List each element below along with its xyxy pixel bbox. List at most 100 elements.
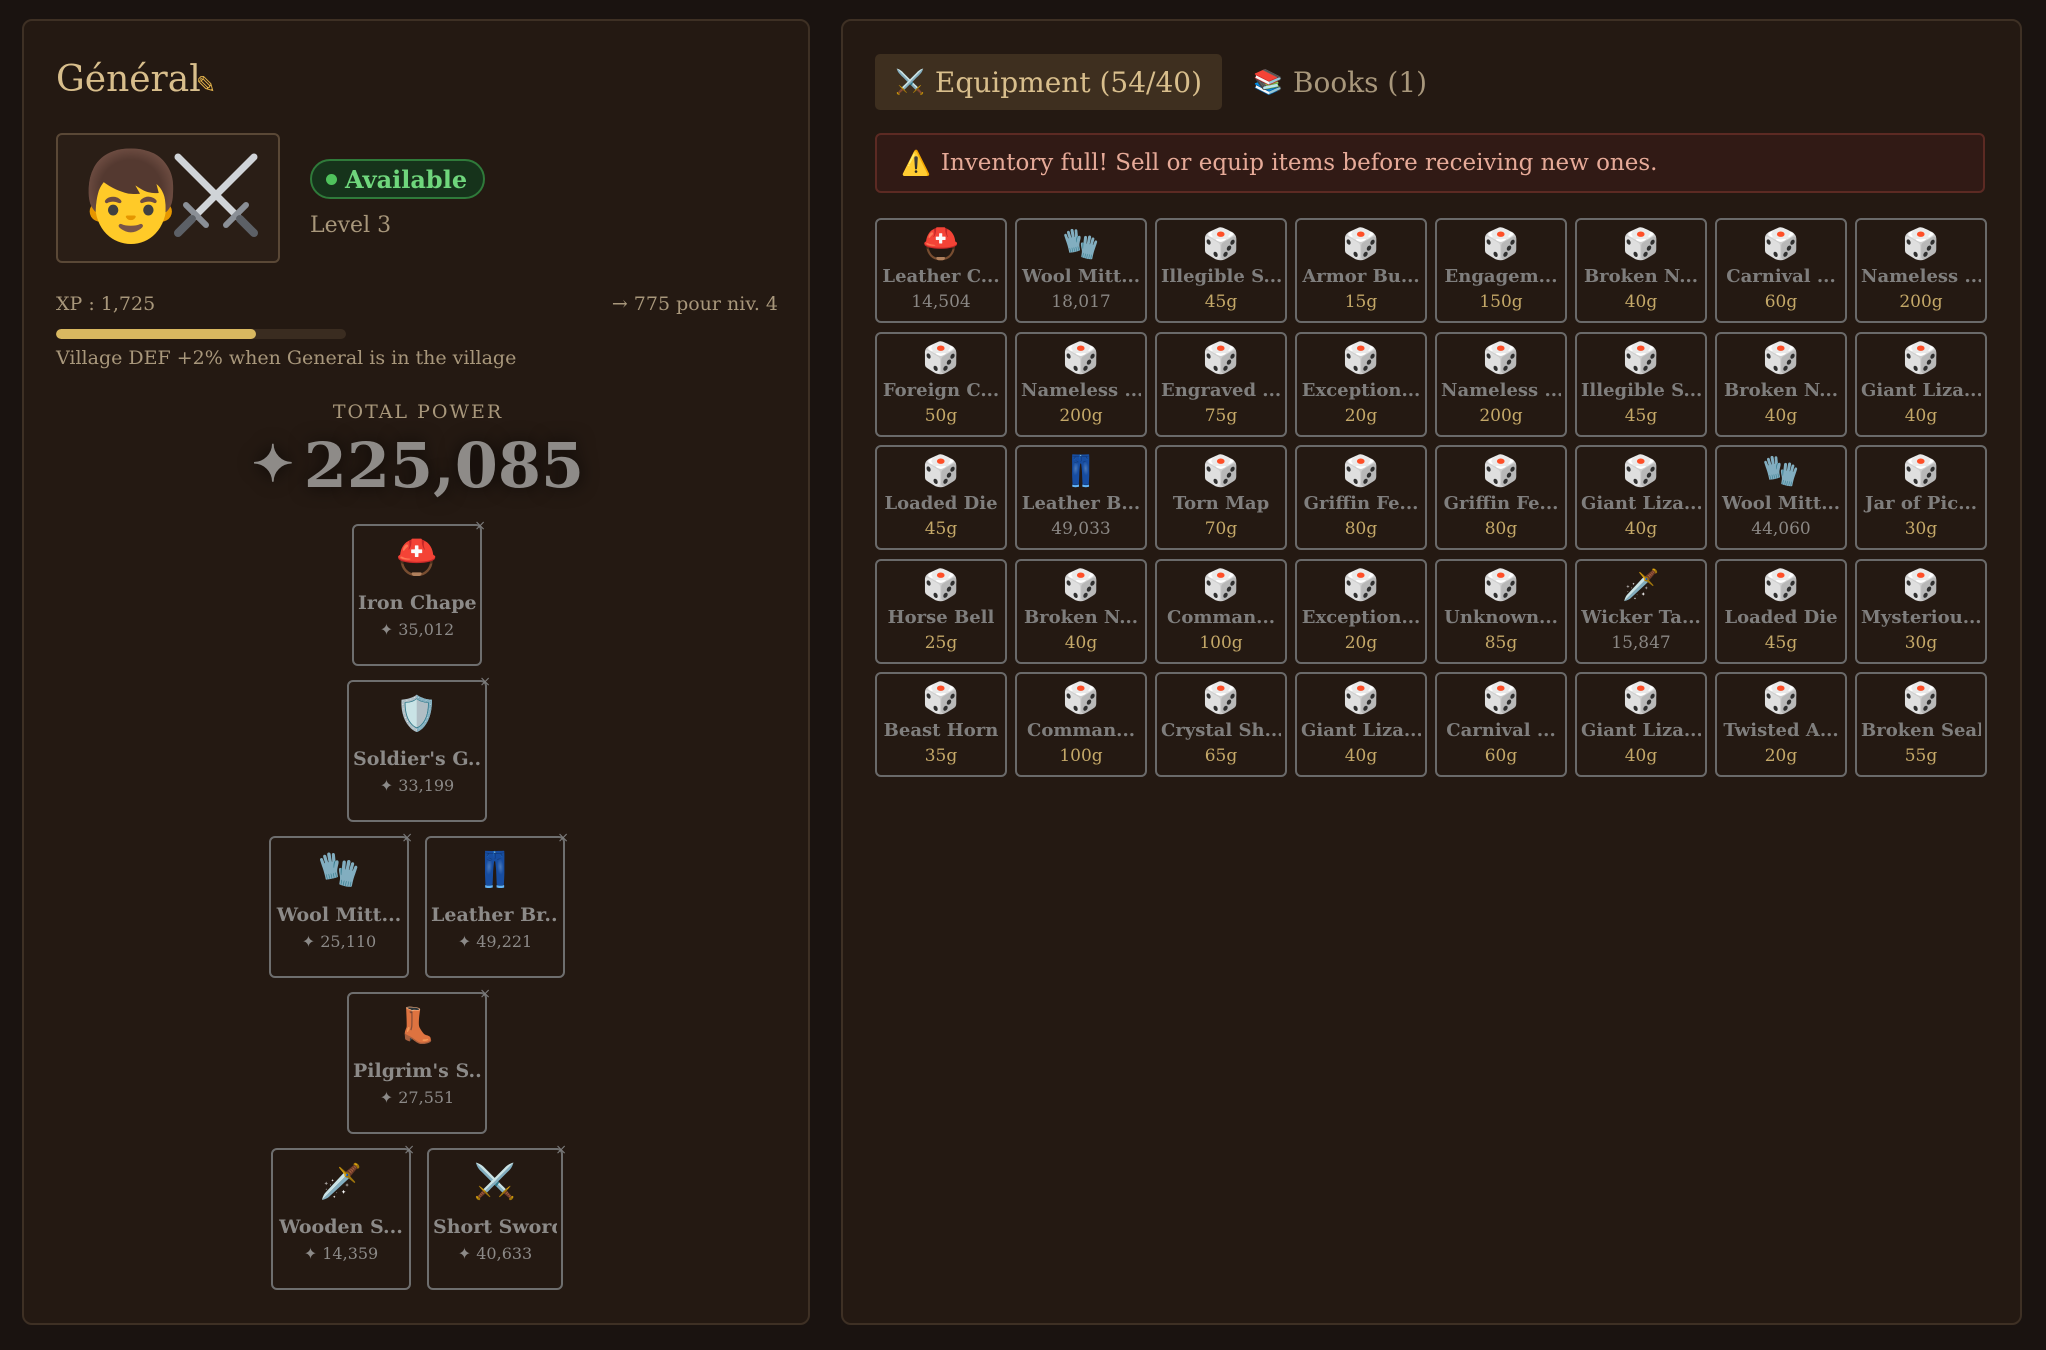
slot-item-name: Wooden S...: [279, 1216, 403, 1238]
unequip-icon[interactable]: ×: [555, 1142, 567, 1158]
helmet-icon: ⛑️: [922, 227, 960, 262]
inventory-item[interactable]: 👖 Leather B... 49,033: [1015, 445, 1147, 550]
inventory-item-name: Giant Liza...: [1301, 720, 1421, 741]
inventory-item-name: Broken N...: [1023, 606, 1139, 628]
inventory-item[interactable]: 🎲 Torn Map 70g: [1155, 445, 1287, 550]
inventory-item[interactable]: 🎲 Engraved ... 75g: [1155, 331, 1287, 437]
inventory-item[interactable]: 🧤 Wool Mitt... 18,017: [1015, 218, 1147, 323]
unequip-icon[interactable]: ×: [557, 830, 569, 846]
slot-weapon-2[interactable]: ⚔️ Short Sword ✦ 40,633 ×: [427, 1142, 567, 1290]
inventory-item-value: 40g: [1624, 519, 1658, 539]
status-dot-icon: [326, 173, 337, 185]
edit-name-icon[interactable]: ✎: [196, 71, 216, 99]
unequip-icon[interactable]: ×: [479, 674, 491, 690]
inventory-item[interactable]: 🎲 Illegible S... 45g: [1575, 331, 1707, 437]
tab-equipment[interactable]: ⚔️ Equipment (54/40): [875, 54, 1223, 110]
inventory-item[interactable]: 🎲 Mysteriou... 30g: [1855, 558, 1987, 664]
inventory-item[interactable]: 🎲 Giant Liza... 40g: [1575, 445, 1707, 550]
slot-head[interactable]: ⛑️ Iron Chapel ✦ 35,012 ×: [352, 518, 486, 666]
inventory-item[interactable]: 🎲 Foreign C... 50g: [875, 331, 1007, 437]
inventory-item[interactable]: 🎲 Loaded Die 45g: [875, 445, 1007, 550]
inventory-item[interactable]: 🎲 Carnival ... 60g: [1715, 218, 1847, 323]
inventory-item[interactable]: 🎲 Exception... 20g: [1295, 558, 1427, 664]
inventory-item[interactable]: 🎲 Giant Liza... 40g: [1855, 331, 1987, 437]
die-icon: 🎲: [1202, 227, 1240, 262]
inventory-item-value: 49,033: [1051, 519, 1111, 539]
inventory-item[interactable]: 🎲 Unknown... 85g: [1435, 558, 1567, 664]
inventory-item-value: 60g: [1484, 746, 1518, 766]
die-icon: 🎲: [1902, 340, 1940, 376]
inventory-item-value: 200g: [1059, 405, 1103, 426]
inventory-item[interactable]: 🎲 Griffin Fe... 80g: [1295, 445, 1427, 550]
inventory-item-value: 40g: [1764, 405, 1798, 426]
inventory-item-value: 40g: [1624, 746, 1658, 766]
inventory-item-value: 40g: [1064, 632, 1098, 653]
slot-item-name: Leather Br...: [431, 904, 559, 926]
inventory-item[interactable]: 🧤 Wool Mitt... 44,060: [1715, 445, 1847, 550]
inventory-item-name: Exception...: [1301, 379, 1421, 401]
die-icon: 🎲: [1202, 567, 1240, 603]
village-bonus-text: Village DEF +2% when General is in the v…: [56, 347, 517, 369]
die-icon: 🎲: [922, 340, 960, 376]
inventory-item[interactable]: 🎲 Beast Horn 35g: [875, 672, 1007, 777]
die-icon: 🎲: [1342, 340, 1380, 376]
unequip-icon[interactable]: ×: [401, 830, 413, 846]
inventory-item-name: Nameless ...: [1861, 266, 1981, 287]
inventory-item[interactable]: 🎲 Horse Bell 25g: [875, 558, 1007, 664]
boot-icon: 👢: [395, 1006, 439, 1046]
unequip-icon[interactable]: ×: [474, 518, 486, 534]
inventory-item-name: Twisted A...: [1723, 720, 1839, 741]
inventory-item-name: Crystal Sh...: [1161, 720, 1281, 741]
inventory-item-name: Carnival ...: [1446, 720, 1556, 741]
inventory-item[interactable]: 🗡️ Wicker Ta... 15,847: [1575, 558, 1707, 664]
jeans-icon: 👖: [1062, 454, 1100, 489]
inventory-item[interactable]: 🎲 Broken N... 40g: [1715, 331, 1847, 437]
inventory-item[interactable]: 🎲 Engagem... 150g: [1435, 218, 1567, 323]
inventory-item[interactable]: 🎲 Crystal Sh... 65g: [1155, 672, 1287, 777]
inventory-item[interactable]: 🎲 Carnival ... 60g: [1435, 672, 1567, 777]
tab-books[interactable]: 📚 Books (1): [1233, 54, 1447, 110]
inventory-item[interactable]: 🎲 Exception... 20g: [1295, 331, 1427, 437]
inventory-item[interactable]: 🎲 Loaded Die 45g: [1715, 558, 1847, 664]
slot-item-power: ✦ 49,221: [457, 932, 533, 951]
inventory-item[interactable]: 🎲 Jar of Pic... 30g: [1855, 445, 1987, 550]
inventory-item-value: 40g: [1624, 292, 1658, 312]
unequip-icon[interactable]: ×: [403, 1142, 415, 1158]
inventory-item[interactable]: 🎲 Broken N... 40g: [1575, 218, 1707, 323]
slot-hands[interactable]: 🧤 Wool Mitt... ✦ 25,110 ×: [269, 830, 413, 978]
inventory-item-name: Broken Seal: [1861, 720, 1981, 741]
inventory-item[interactable]: 🎲 Broken N... 40g: [1015, 558, 1147, 664]
inventory-item-value: 45g: [1624, 405, 1658, 426]
inventory-item[interactable]: 🎲 Broken Seal 55g: [1855, 672, 1987, 777]
inventory-item[interactable]: 🎲 Griffin Fe... 80g: [1435, 445, 1567, 550]
slot-item-power: ✦ 35,012: [379, 620, 455, 639]
tab-equipment-label: Equipment (54/40): [934, 65, 1203, 99]
slot-item-name: Pilgrim's S...: [353, 1060, 481, 1082]
crossed-swords-icon: ⚔️: [473, 1162, 517, 1202]
inventory-item[interactable]: 🎲 Comman... 100g: [1015, 672, 1147, 777]
inventory-item[interactable]: 🎲 Giant Liza... 40g: [1295, 672, 1427, 777]
slot-item-power: ✦ 25,110: [301, 932, 377, 951]
slot-weapon-1[interactable]: 🗡️ Wooden S... ✦ 14,359 ×: [271, 1142, 415, 1290]
hero-level: Level 3: [310, 213, 392, 238]
inventory-item[interactable]: ⛑️ Leather C... 14,504: [875, 218, 1007, 323]
unequip-icon[interactable]: ×: [479, 986, 491, 1002]
total-power-label: TOTAL POWER: [332, 401, 504, 423]
inventory-item[interactable]: 🎲 Nameless ... 200g: [1015, 331, 1147, 437]
inventory-item[interactable]: 🎲 Illegible S... 45g: [1155, 218, 1287, 323]
inventory-item[interactable]: 🎲 Nameless ... 200g: [1855, 218, 1987, 323]
inventory-item-name: Unknown...: [1444, 606, 1558, 628]
die-icon: 🎲: [1062, 567, 1100, 603]
die-icon: 🎲: [1902, 567, 1940, 603]
inventory-item[interactable]: 🎲 Armor Bu... 15g: [1295, 218, 1427, 323]
inventory-item[interactable]: 🎲 Nameless ... 200g: [1435, 331, 1567, 437]
warning-text: Inventory full! Sell or equip items befo…: [940, 150, 1658, 176]
slot-legs[interactable]: 👖 Leather Br... ✦ 49,221 ×: [425, 830, 569, 978]
slot-body[interactable]: 🛡️ Soldier's G... ✦ 33,199 ×: [347, 674, 491, 822]
inventory-item-value: 65g: [1204, 746, 1238, 766]
inventory-item[interactable]: 🎲 Giant Liza... 40g: [1575, 672, 1707, 777]
slot-item-power: ✦ 33,199: [379, 776, 455, 795]
inventory-item[interactable]: 🎲 Twisted A... 20g: [1715, 672, 1847, 777]
inventory-item[interactable]: 🎲 Comman... 100g: [1155, 558, 1287, 664]
slot-feet[interactable]: 👢 Pilgrim's S... ✦ 27,551 ×: [347, 986, 491, 1134]
